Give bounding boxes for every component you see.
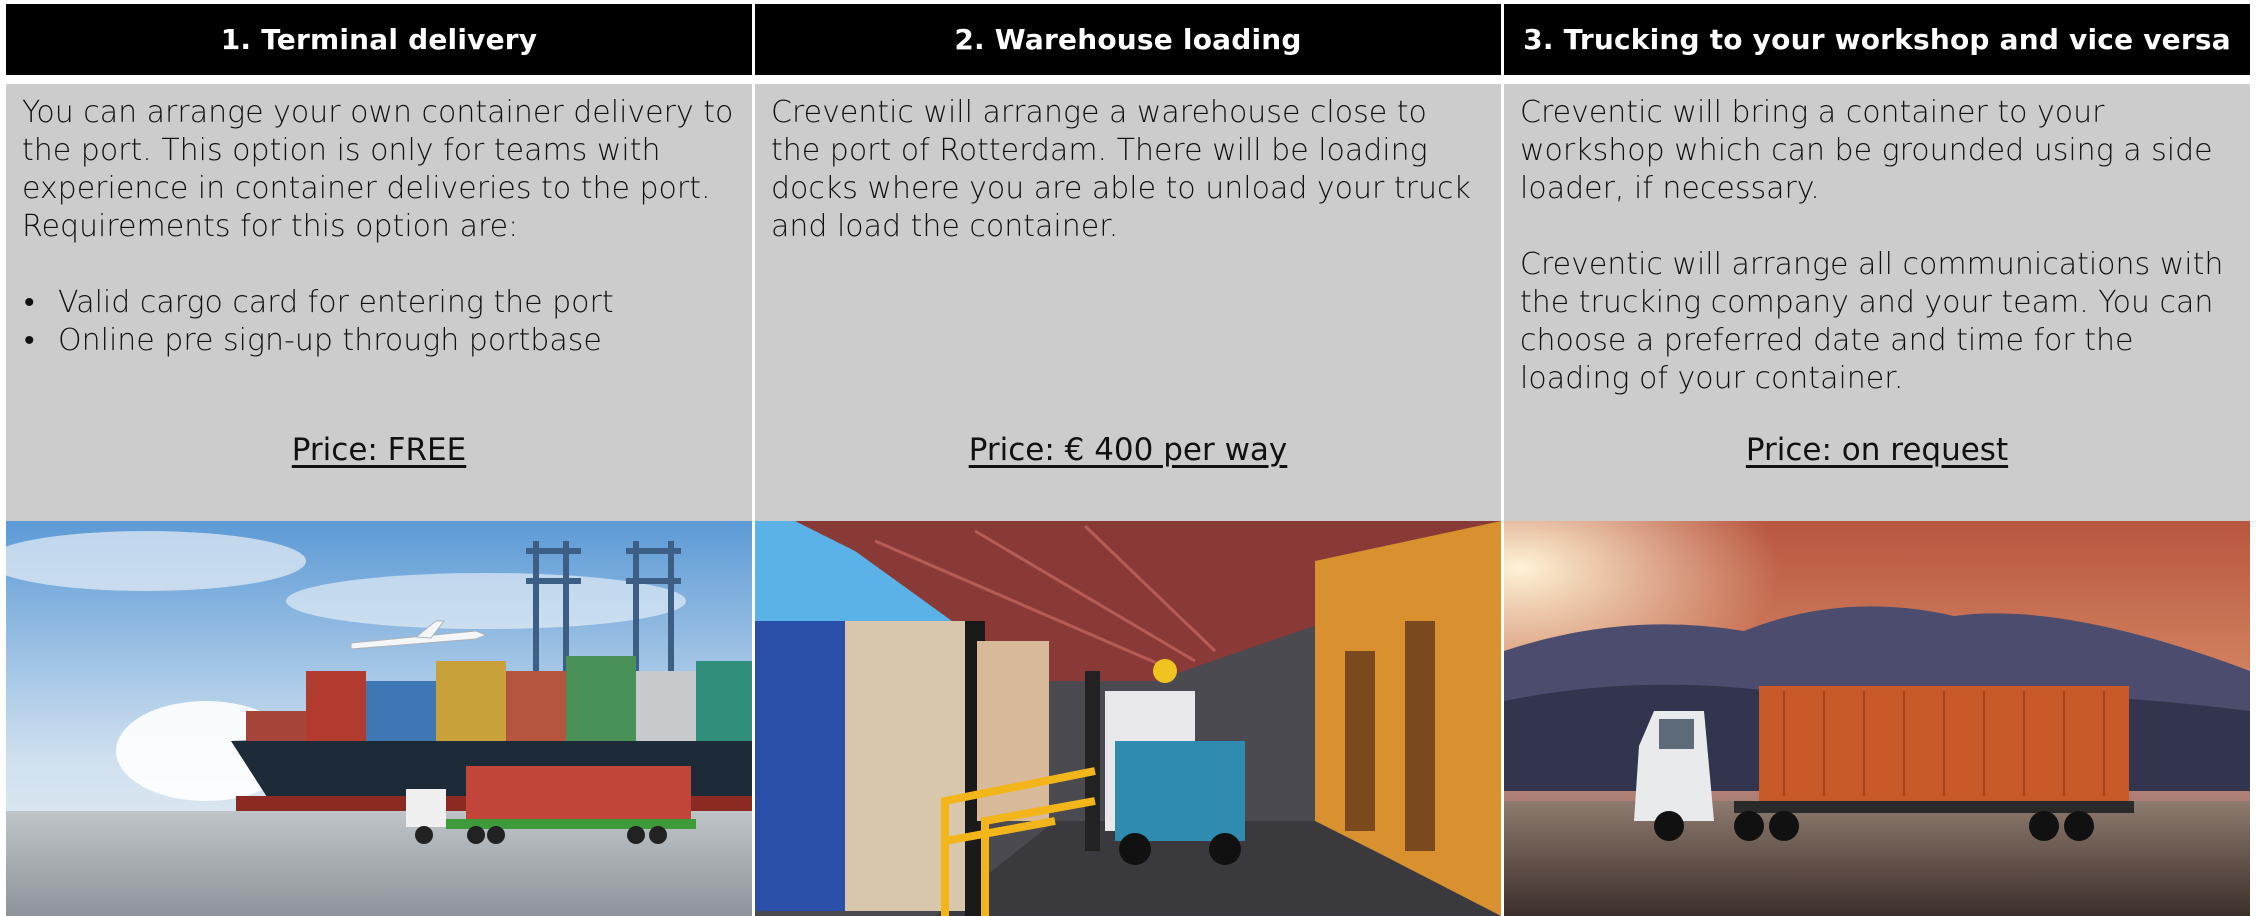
column-title: 3. Trucking to your workshop and vice ve… [1523, 23, 2231, 56]
column-header: 1. Terminal delivery [6, 4, 752, 75]
option-column-terminal-delivery: 1. Terminal delivery You can arrange you… [6, 4, 752, 916]
bullet-icon: • [24, 323, 35, 358]
port-cranes-cargo-ship-truck-photo [6, 521, 752, 916]
options-table: 1. Terminal delivery You can arrange you… [6, 4, 2250, 916]
column-header: 3. Trucking to your workshop and vice ve… [1504, 4, 2250, 75]
description-paragraph: Creventic will arrange all communication… [1520, 247, 2224, 396]
price-label: Price: FREE [291, 432, 467, 468]
column-title: 1. Terminal delivery [220, 23, 538, 56]
description-paragraph: You can arrange your own container deliv… [22, 95, 734, 244]
description-paragraph: Creventic will arrange a warehouse close… [771, 95, 1471, 244]
price-label: Price: on request [1745, 432, 2009, 468]
warehouse-forklift-loading-dock-photo [755, 521, 1501, 916]
column-body: Creventic will bring a container to your… [1504, 84, 2250, 521]
list-item: • Online pre sign-up through portbase [24, 323, 602, 358]
price-label: Price: € 400 per way [968, 432, 1288, 468]
column-body: You can arrange your own container deliv… [6, 84, 752, 521]
column-header: 2. Warehouse loading [755, 4, 1501, 75]
requirements-list: • Valid cargo card for entering the port … [22, 284, 736, 360]
column-body: Creventic will arrange a warehouse close… [755, 84, 1501, 521]
description-paragraph: Creventic will bring a container to your… [1520, 95, 2213, 206]
list-item: • Valid cargo card for entering the port [24, 285, 614, 320]
bullet-icon: • [24, 285, 35, 320]
column-title: 2. Warehouse loading [954, 23, 1302, 56]
option-column-warehouse-loading: 2. Warehouse loading Creventic will arra… [755, 4, 1501, 916]
option-column-trucking: 3. Trucking to your workshop and vice ve… [1504, 4, 2250, 916]
container-truck-sunset-photo [1504, 521, 2250, 916]
